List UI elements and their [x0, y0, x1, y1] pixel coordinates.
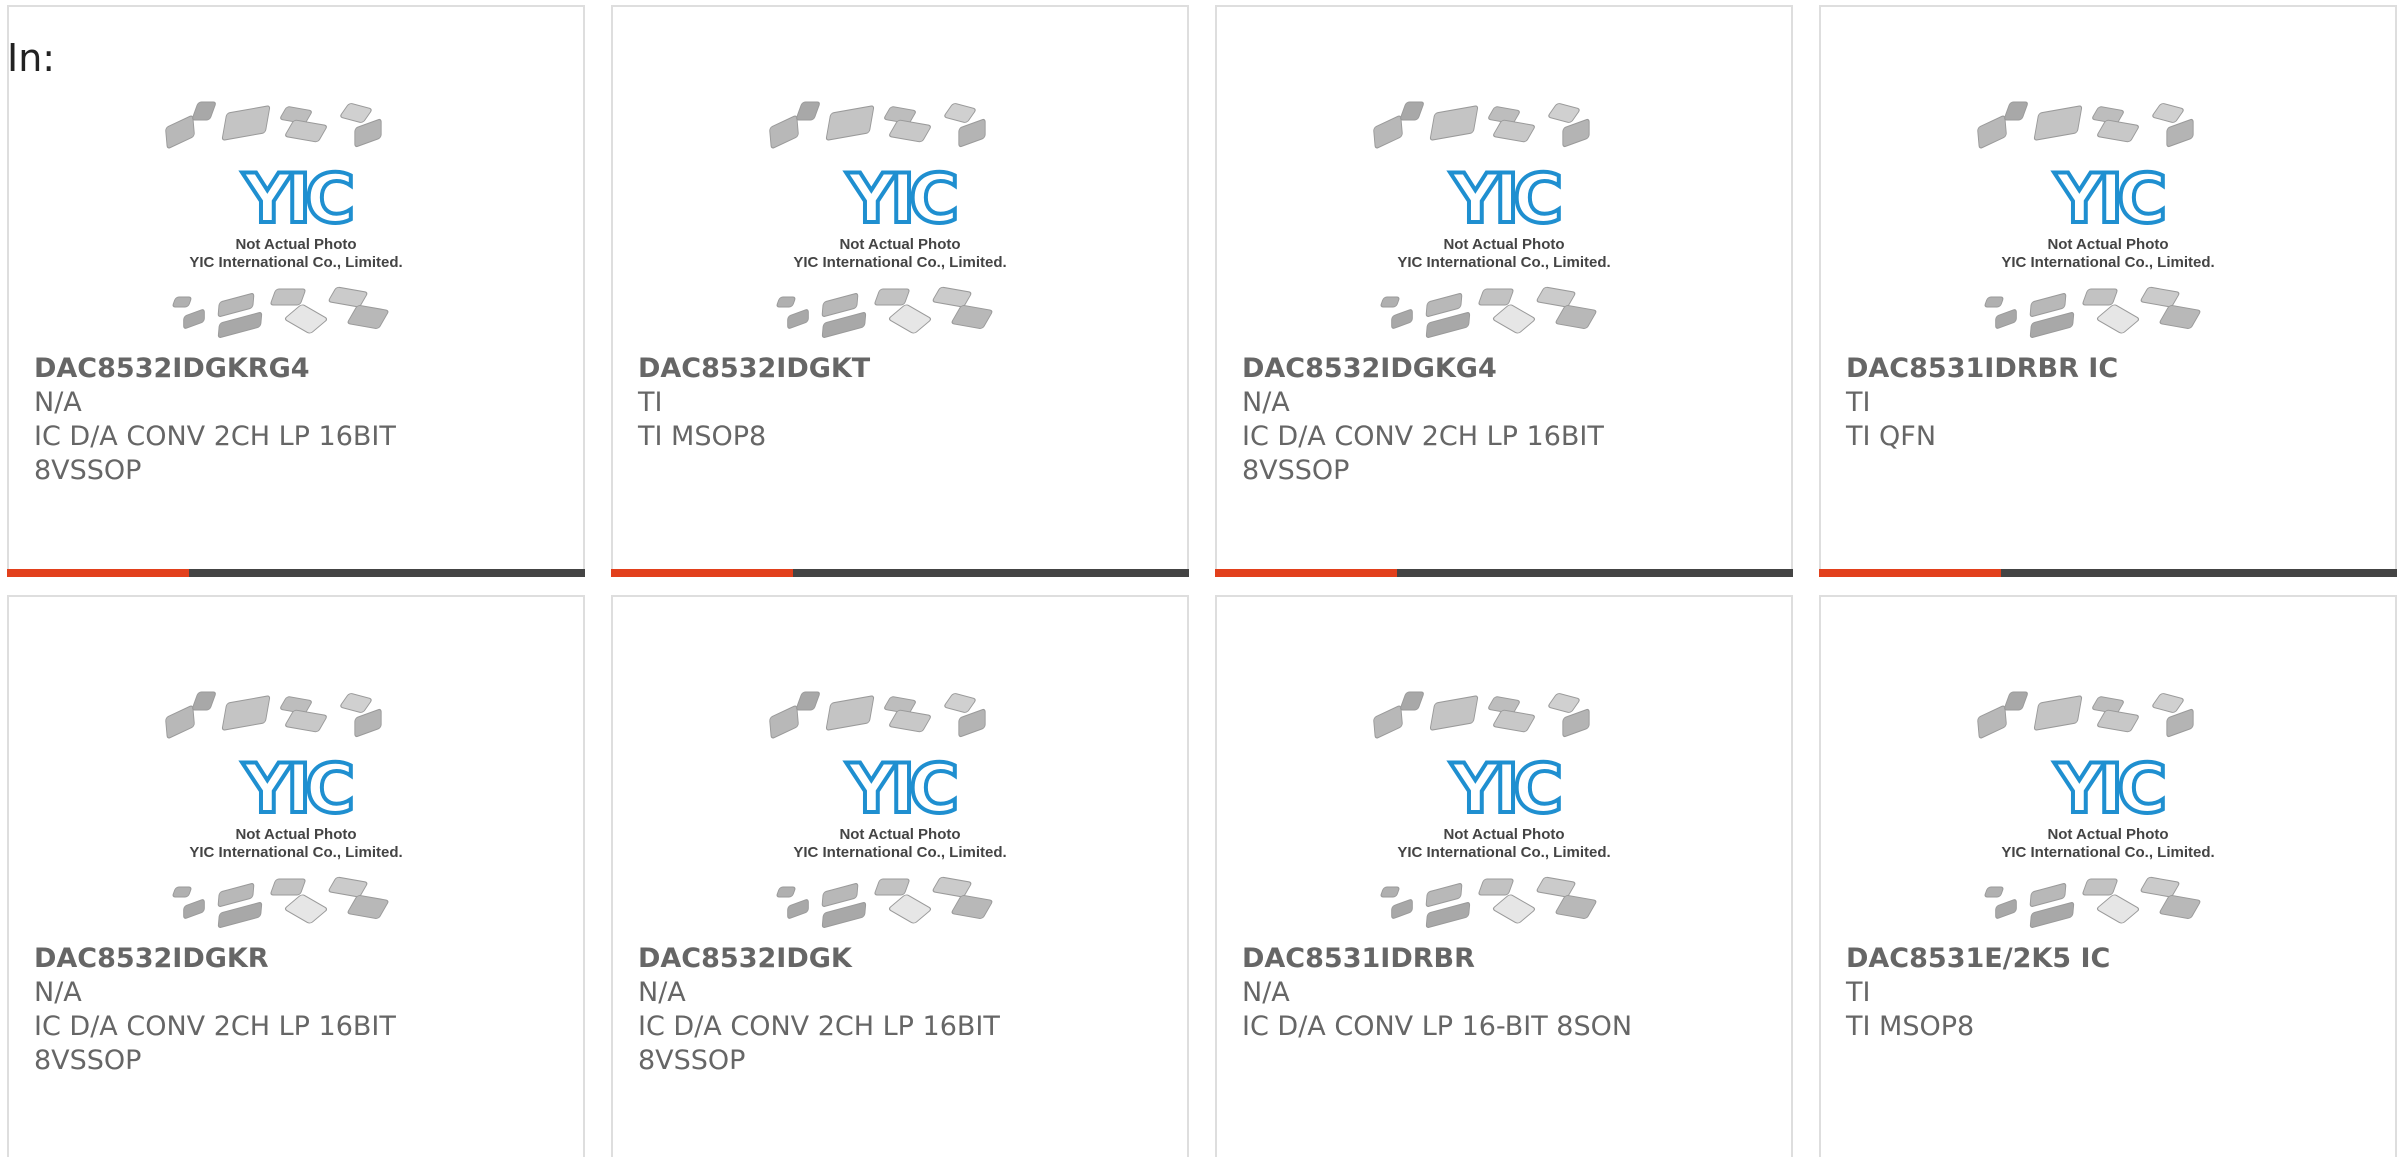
manufacturer: TI — [638, 387, 663, 418]
part-number[interactable]: DAC8532IDGK — [638, 942, 1167, 976]
description-line-1: TI MSOP8 — [1846, 1011, 1975, 1042]
yic-logo: YIC — [2054, 160, 2164, 239]
product-card[interactable]: YIC Not Actual Photo YIC International Co.… — [611, 5, 1189, 577]
product-image: YIC Not Actual Photo YIC International Co.… — [613, 687, 1187, 937]
placeholder-chips-graphic: YICNot Actual PhotoYIC International Co.… — [769, 101, 1007, 338]
product-image: YIC Not Actual Photo YIC International Co.… — [1217, 97, 1791, 347]
product-card[interactable]: YIC Not Actual Photo YIC International Co.… — [7, 595, 585, 1157]
product-card[interactable]: YIC Not Actual Photo YIC International Co.… — [1819, 595, 2397, 1157]
product-image: YIC Not Actual Photo YIC International Co.… — [613, 97, 1187, 347]
yic-logo: YIC — [1450, 750, 1560, 829]
placeholder-chips-graphic: YICNot Actual PhotoYIC International Co.… — [1977, 691, 2215, 928]
manufacturer: N/A — [638, 977, 686, 1008]
part-number[interactable]: DAC8531IDRBR — [1242, 942, 1771, 976]
product-card[interactable]: YIC Not Actual Photo YIC International Co.… — [611, 595, 1189, 1157]
company-name-text: YIC International Co., Limited. — [2001, 254, 2214, 271]
yic-logo: YIC — [2054, 750, 2164, 829]
company-name-text: YIC International Co., Limited. — [1397, 844, 1610, 861]
description-line-2: 8VSSOP — [1242, 455, 1350, 486]
yic-logo: YIC — [846, 750, 956, 829]
product-image: YIC Not Actual Photo YIC International Co.… — [1217, 687, 1791, 937]
company-name-text: YIC International Co., Limited. — [2001, 844, 2214, 861]
yic-logo: YIC — [846, 160, 956, 239]
in-label: In: — [7, 36, 56, 80]
description-line-2: 8VSSOP — [34, 1045, 142, 1076]
product-grid-page: In: YIC Not Actual Photo YIC International… — [0, 0, 2400, 1157]
description-line-1: TI QFN — [1846, 421, 1937, 452]
product-card[interactable]: YIC Not Actual Photo YIC International Co.… — [1819, 5, 2397, 577]
description-line-1: IC D/A CONV 2CH LP 16BIT — [34, 1011, 396, 1042]
not-actual-photo-text: Not Actual Photo — [1443, 826, 1564, 843]
not-actual-photo-text: Not Actual Photo — [2047, 826, 2168, 843]
description-line-1: IC D/A CONV LP 16-BIT 8SON — [1242, 1011, 1633, 1042]
product-image: YIC Not Actual Photo YIC International Co.… — [9, 97, 583, 347]
not-actual-photo-text: Not Actual Photo — [235, 826, 356, 843]
card-accent-bar — [611, 569, 793, 577]
card-accent-bar — [1819, 569, 2001, 577]
card-bottom-bar — [7, 569, 585, 577]
part-number[interactable]: DAC8532IDGKR — [34, 942, 563, 976]
description-line-2: 8VSSOP — [638, 1045, 746, 1076]
card-accent-bar — [1215, 569, 1397, 577]
manufacturer: N/A — [34, 387, 82, 418]
card-bottom-bar — [1215, 569, 1793, 577]
company-name-text: YIC International Co., Limited. — [793, 254, 1006, 271]
product-image: YIC Not Actual Photo YIC International Co.… — [1821, 97, 2395, 347]
placeholder-chips-graphic: YICNot Actual PhotoYIC International Co.… — [1977, 101, 2215, 338]
not-actual-photo-text: Not Actual Photo — [1443, 236, 1564, 253]
description-line-1: IC D/A CONV 2CH LP 16BIT — [34, 421, 396, 452]
yic-logo: YIC — [242, 160, 352, 239]
manufacturer: TI — [1846, 387, 1871, 418]
placeholder-chips-graphic: YICNot Actual PhotoYIC International Co.… — [1373, 101, 1611, 338]
product-card[interactable]: YIC Not Actual Photo YIC International Co.… — [7, 5, 585, 577]
placeholder-chips-graphic: YICNot Actual PhotoYIC International Co.… — [165, 101, 403, 338]
part-number[interactable]: DAC8531IDRBR IC — [1846, 352, 2375, 386]
yic-logo: YIC — [1450, 160, 1560, 239]
manufacturer: N/A — [34, 977, 82, 1008]
yic-logo: YIC — [242, 750, 352, 829]
placeholder-chips-graphic: YICNot Actual PhotoYIC International Co.… — [1373, 691, 1611, 928]
manufacturer: N/A — [1242, 977, 1290, 1008]
card-bottom-bar — [1819, 569, 2397, 577]
part-number[interactable]: DAC8532IDGKRG4 — [34, 352, 563, 386]
product-image: YIC Not Actual Photo YIC International Co.… — [9, 687, 583, 937]
description-line-1: TI MSOP8 — [638, 421, 767, 452]
not-actual-photo-text: Not Actual Photo — [839, 826, 960, 843]
part-number[interactable]: DAC8532IDGKT — [638, 352, 1167, 386]
not-actual-photo-text: Not Actual Photo — [2047, 236, 2168, 253]
part-number[interactable]: DAC8531E/2K5 IC — [1846, 942, 2375, 976]
product-card[interactable]: YIC Not Actual Photo YIC International Co.… — [1215, 5, 1793, 577]
placeholder-chips-graphic: YICNot Actual PhotoYIC International Co.… — [165, 691, 403, 928]
not-actual-photo-text: Not Actual Photo — [235, 236, 356, 253]
company-name-text: YIC International Co., Limited. — [189, 844, 402, 861]
company-name-text: YIC International Co., Limited. — [1397, 254, 1610, 271]
placeholder-chips-graphic: YICNot Actual PhotoYIC International Co.… — [769, 691, 1007, 928]
manufacturer: TI — [1846, 977, 1871, 1008]
company-name-text: YIC International Co., Limited. — [793, 844, 1006, 861]
part-number[interactable]: DAC8532IDGKG4 — [1242, 352, 1771, 386]
product-image: YIC Not Actual Photo YIC International Co.… — [1821, 687, 2395, 937]
description-line-1: IC D/A CONV 2CH LP 16BIT — [638, 1011, 1000, 1042]
not-actual-photo-text: Not Actual Photo — [839, 236, 960, 253]
description-line-2: 8VSSOP — [34, 455, 142, 486]
manufacturer: N/A — [1242, 387, 1290, 418]
description-line-1: IC D/A CONV 2CH LP 16BIT — [1242, 421, 1604, 452]
card-accent-bar — [7, 569, 189, 577]
card-bottom-bar — [611, 569, 1189, 577]
product-card[interactable]: YIC Not Actual Photo YIC International Co.… — [1215, 595, 1793, 1157]
company-name-text: YIC International Co., Limited. — [189, 254, 402, 271]
